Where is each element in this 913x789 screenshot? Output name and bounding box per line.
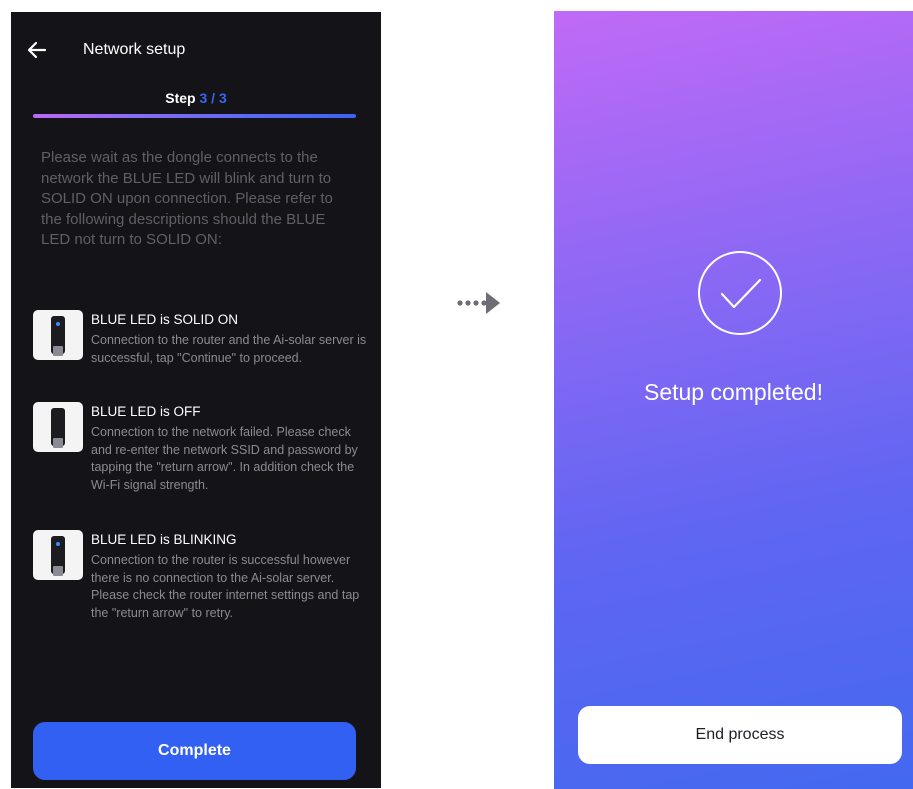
led-state-title: BLUE LED is BLINKING xyxy=(91,532,237,547)
dotted-arrow-right-icon xyxy=(456,290,502,316)
step-count: 3 / 3 xyxy=(199,90,226,106)
top-bar: Network setup xyxy=(11,12,381,82)
success-title: Setup completed! xyxy=(643,379,823,405)
led-state-title: BLUE LED is SOLID ON xyxy=(91,312,239,327)
network-setup-screen: Network setup Step 3 / 3 Please wait as … xyxy=(11,12,381,788)
setup-completed-screen: Setup completed! End process xyxy=(554,11,913,789)
led-state-description: Connection to the network failed. Please… xyxy=(91,425,358,492)
back-arrow-icon[interactable] xyxy=(25,38,49,62)
led-state-title: BLUE LED is OFF xyxy=(91,404,201,419)
step-indicator: Step 3 / 3 xyxy=(11,90,381,106)
led-state-description: Connection to the router and the Ai-sola… xyxy=(91,333,367,365)
complete-button[interactable]: Complete xyxy=(33,722,356,780)
step-separator: / xyxy=(207,90,219,106)
led-state-item: BLUE LED is SOLID ON Connection to the r… xyxy=(33,310,369,370)
end-process-button[interactable]: End process xyxy=(578,706,902,764)
dongle-device-icon xyxy=(33,310,83,360)
led-state-item: BLUE LED is BLINKING Connection to the r… xyxy=(33,530,369,640)
check-circle-icon xyxy=(698,251,782,335)
step-label: Step xyxy=(165,90,196,106)
instructions-text: Please wait as the dongle connects to th… xyxy=(41,149,333,248)
progress-fill xyxy=(33,114,356,118)
dongle-device-icon xyxy=(33,530,83,580)
led-state-item: BLUE LED is OFF Connection to the networ… xyxy=(33,402,369,512)
page-title: Network setup xyxy=(83,41,186,58)
dongle-device-icon xyxy=(33,402,83,452)
step-total: 3 xyxy=(218,90,227,106)
led-state-description: Connection to the router is successful h… xyxy=(91,553,360,620)
progress-bar xyxy=(33,114,356,118)
